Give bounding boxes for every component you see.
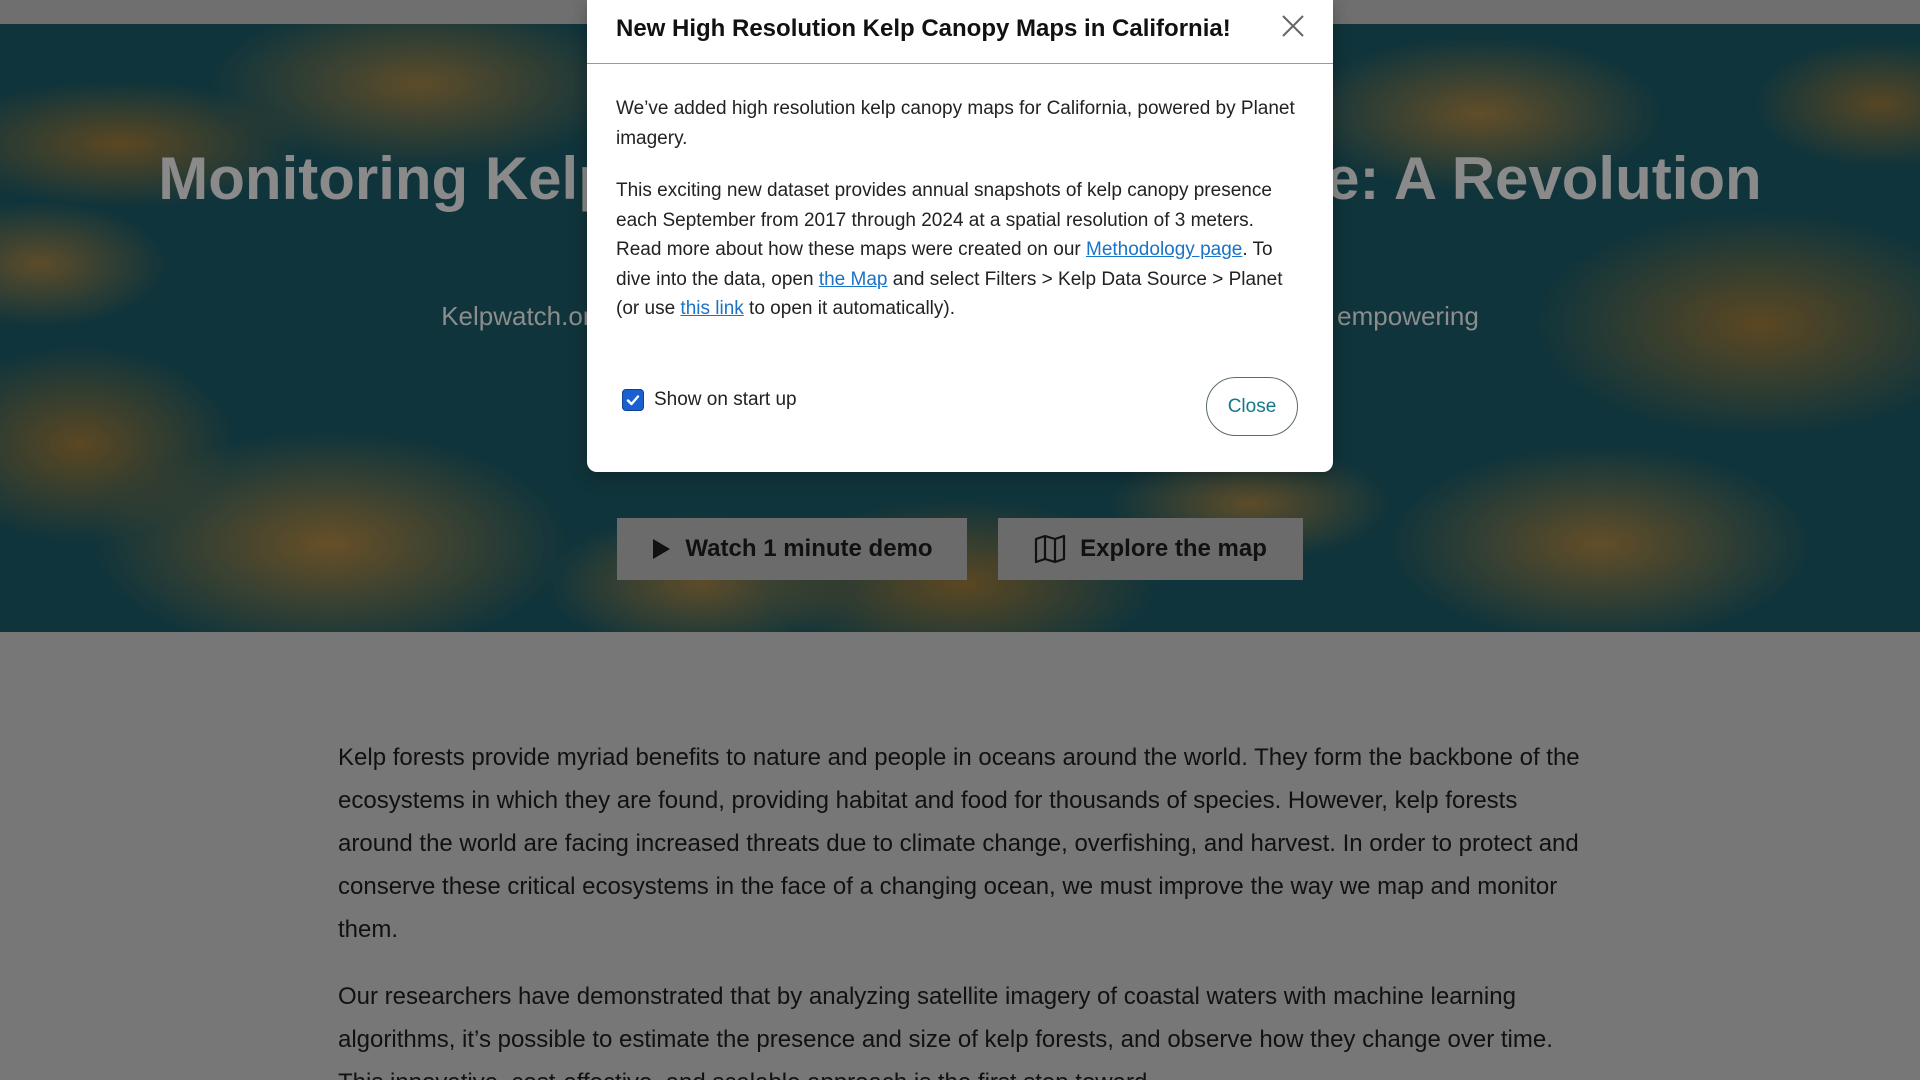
show-on-startup-label: Show on start up: [654, 389, 797, 410]
map-link[interactable]: the Map: [819, 269, 888, 290]
explore-map-button[interactable]: Explore the map: [998, 518, 1303, 580]
methodology-link[interactable]: Methodology page: [1086, 239, 1242, 260]
intro-section: Kelp forests provide myriad benefits to …: [338, 736, 1588, 1080]
checkmark-icon: [626, 395, 640, 406]
modal-paragraph-2: This exciting new dataset provides annua…: [616, 176, 1304, 324]
watch-demo-label: Watch 1 minute demo: [685, 535, 933, 562]
this-link[interactable]: this link: [680, 298, 743, 319]
modal-header: New High Resolution Kelp Canopy Maps in …: [587, 0, 1333, 64]
map-icon: [1035, 534, 1066, 564]
explore-map-label: Explore the map: [1080, 535, 1267, 562]
modal-title: New High Resolution Kelp Canopy Maps in …: [616, 15, 1231, 42]
modal-text-segment: to open it automatically).: [743, 298, 955, 319]
show-on-startup-checkbox[interactable]: [622, 389, 644, 411]
play-icon: [653, 539, 671, 559]
intro-paragraph-1: Kelp forests provide myriad benefits to …: [338, 744, 1580, 943]
modal-paragraph-1: We’ve added high resolution kelp canopy …: [616, 98, 1295, 149]
modal-body: We’ve added high resolution kelp canopy …: [587, 64, 1333, 324]
close-button[interactable]: Close: [1206, 377, 1298, 436]
announcement-modal: New High Resolution Kelp Canopy Maps in …: [587, 0, 1333, 472]
watch-demo-button[interactable]: Watch 1 minute demo: [617, 518, 967, 580]
close-x-icon[interactable]: [1279, 12, 1307, 40]
show-on-startup-toggle[interactable]: Show on start up: [622, 389, 797, 411]
intro-paragraph-2: Our researchers have demonstrated that b…: [338, 983, 1553, 1080]
